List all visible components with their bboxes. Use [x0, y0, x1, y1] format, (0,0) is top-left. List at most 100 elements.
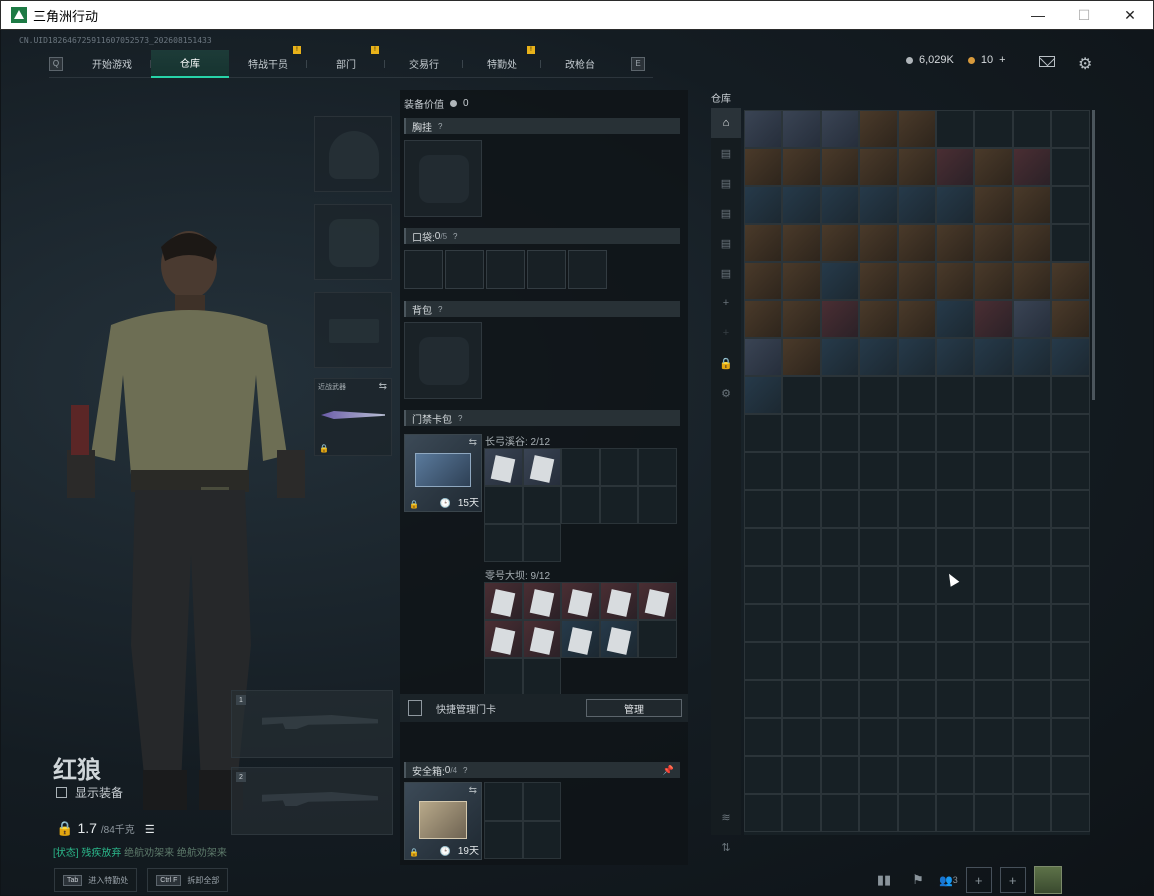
stash-empty-cell[interactable] — [859, 642, 898, 680]
stash-empty-cell[interactable] — [1012, 680, 1052, 718]
stash-empty-cell[interactable] — [1012, 604, 1052, 642]
stash-empty-cell[interactable] — [935, 376, 975, 414]
stash-item[interactable] — [935, 186, 975, 224]
stash-item[interactable] — [935, 262, 975, 300]
stash-item[interactable] — [897, 110, 936, 148]
stash-item[interactable] — [1051, 262, 1090, 300]
settings-icon[interactable]: ⚙ — [711, 378, 741, 408]
show-equipment-checkbox[interactable] — [56, 787, 67, 798]
stash-item[interactable] — [782, 338, 821, 376]
stash-empty-cell[interactable] — [820, 566, 860, 604]
stash-item[interactable] — [935, 148, 975, 186]
sort-icon[interactable]: ⇅ — [711, 832, 741, 862]
empty-cell[interactable] — [561, 486, 600, 524]
stash-empty-cell[interactable] — [974, 566, 1013, 604]
empty-cell[interactable] — [484, 524, 523, 562]
tab-operators[interactable]: 特战干员! — [229, 45, 307, 78]
armor-slot[interactable] — [314, 204, 392, 280]
stash-item[interactable] — [744, 262, 783, 300]
stash-empty-cell[interactable] — [897, 794, 936, 832]
pocket-slot[interactable] — [486, 250, 525, 289]
stash-item[interactable] — [782, 186, 821, 224]
stash-item[interactable] — [974, 262, 1013, 300]
enter-special-services-hint[interactable]: Tab 进入特勤处 — [54, 868, 138, 892]
stash-item[interactable] — [897, 262, 936, 300]
stash-item[interactable] — [859, 224, 898, 262]
stash-empty-cell[interactable] — [897, 642, 936, 680]
help-icon[interactable]: ? — [463, 766, 467, 775]
backpack-slot[interactable] — [404, 322, 482, 399]
tab-start-game[interactable]: 开始游戏 — [73, 50, 151, 78]
stash-empty-cell[interactable] — [744, 490, 783, 528]
stash-item[interactable] — [744, 110, 783, 148]
stash-item[interactable] — [974, 338, 1013, 376]
stash-empty-cell[interactable] — [897, 528, 936, 566]
stash-empty-cell[interactable] — [1051, 604, 1090, 642]
stash-item[interactable] — [1051, 338, 1090, 376]
keycard-item[interactable] — [599, 620, 639, 658]
stash-item[interactable] — [744, 224, 783, 262]
stash-empty-cell[interactable] — [1012, 718, 1052, 756]
stash-item[interactable] — [1051, 300, 1090, 338]
stash-empty-cell[interactable] — [820, 680, 860, 718]
layers-icon[interactable]: ≋ — [711, 802, 741, 832]
flag-icon[interactable]: ⚑ — [905, 867, 931, 893]
stash-empty-cell[interactable] — [1051, 224, 1090, 262]
stash-empty-cell[interactable] — [744, 604, 783, 642]
keycard-item[interactable] — [638, 582, 677, 620]
stash-item[interactable] — [1012, 186, 1052, 224]
stash-empty-cell[interactable] — [935, 680, 975, 718]
stash-item[interactable] — [974, 224, 1013, 262]
stash-item[interactable] — [782, 224, 821, 262]
stash-empty-cell[interactable] — [897, 452, 936, 490]
stash-empty-cell[interactable] — [974, 718, 1013, 756]
stash-item[interactable] — [897, 300, 936, 338]
stash-item[interactable] — [897, 148, 936, 186]
add-teammate-button[interactable]: + — [999, 867, 1026, 893]
stash-item[interactable] — [1012, 148, 1052, 186]
stash-empty-cell[interactable] — [935, 718, 975, 756]
stash-empty-cell[interactable] — [935, 490, 975, 528]
stash-empty-cell[interactable] — [744, 756, 783, 794]
stash-empty-cell[interactable] — [897, 566, 936, 604]
maximize-button[interactable]: ☐ — [1061, 1, 1107, 29]
stash-empty-cell[interactable] — [1051, 756, 1090, 794]
help-icon[interactable]: ? — [453, 232, 457, 241]
stash-empty-cell[interactable] — [744, 680, 783, 718]
stash-empty-cell[interactable] — [782, 718, 821, 756]
stash-empty-cell[interactable] — [820, 642, 860, 680]
stash-empty-cell[interactable] — [935, 642, 975, 680]
stash-item[interactable] — [820, 224, 860, 262]
keycard-item[interactable] — [561, 620, 600, 658]
stash-empty-cell[interactable] — [820, 414, 860, 452]
stash-item[interactable] — [859, 148, 898, 186]
stash-scrollbar[interactable] — [1092, 110, 1095, 400]
stash-empty-cell[interactable] — [897, 414, 936, 452]
stash-empty-cell[interactable] — [1012, 490, 1052, 528]
help-icon[interactable]: ? — [438, 305, 442, 314]
stash-item[interactable] — [974, 148, 1013, 186]
stash-empty-cell[interactable] — [1012, 110, 1052, 148]
stash-item[interactable] — [1012, 262, 1052, 300]
stash-item[interactable] — [897, 186, 936, 224]
stash-empty-cell[interactable] — [1012, 528, 1052, 566]
stash-item[interactable] — [935, 224, 975, 262]
stash-item[interactable] — [859, 300, 898, 338]
stash-category-icon[interactable]: ▤ — [711, 138, 741, 168]
stash-empty-cell[interactable] — [897, 680, 936, 718]
stash-item[interactable] — [935, 338, 975, 376]
stash-empty-cell[interactable] — [744, 794, 783, 832]
stash-empty-cell[interactable] — [859, 794, 898, 832]
stash-item[interactable] — [1012, 300, 1052, 338]
tab-department[interactable]: 部门! — [307, 45, 385, 78]
keycard-item[interactable] — [522, 582, 562, 620]
pin-icon[interactable]: 📌 — [663, 765, 674, 776]
stash-empty-cell[interactable] — [859, 376, 898, 414]
stash-empty-cell[interactable] — [1012, 376, 1052, 414]
stash-empty-cell[interactable] — [1012, 414, 1052, 452]
stash-empty-cell[interactable] — [935, 110, 975, 148]
next-tab-key-hint[interactable]: E — [631, 56, 645, 71]
stash-empty-cell[interactable] — [859, 756, 898, 794]
pocket-slot[interactable] — [568, 250, 607, 289]
stash-item[interactable] — [897, 338, 936, 376]
